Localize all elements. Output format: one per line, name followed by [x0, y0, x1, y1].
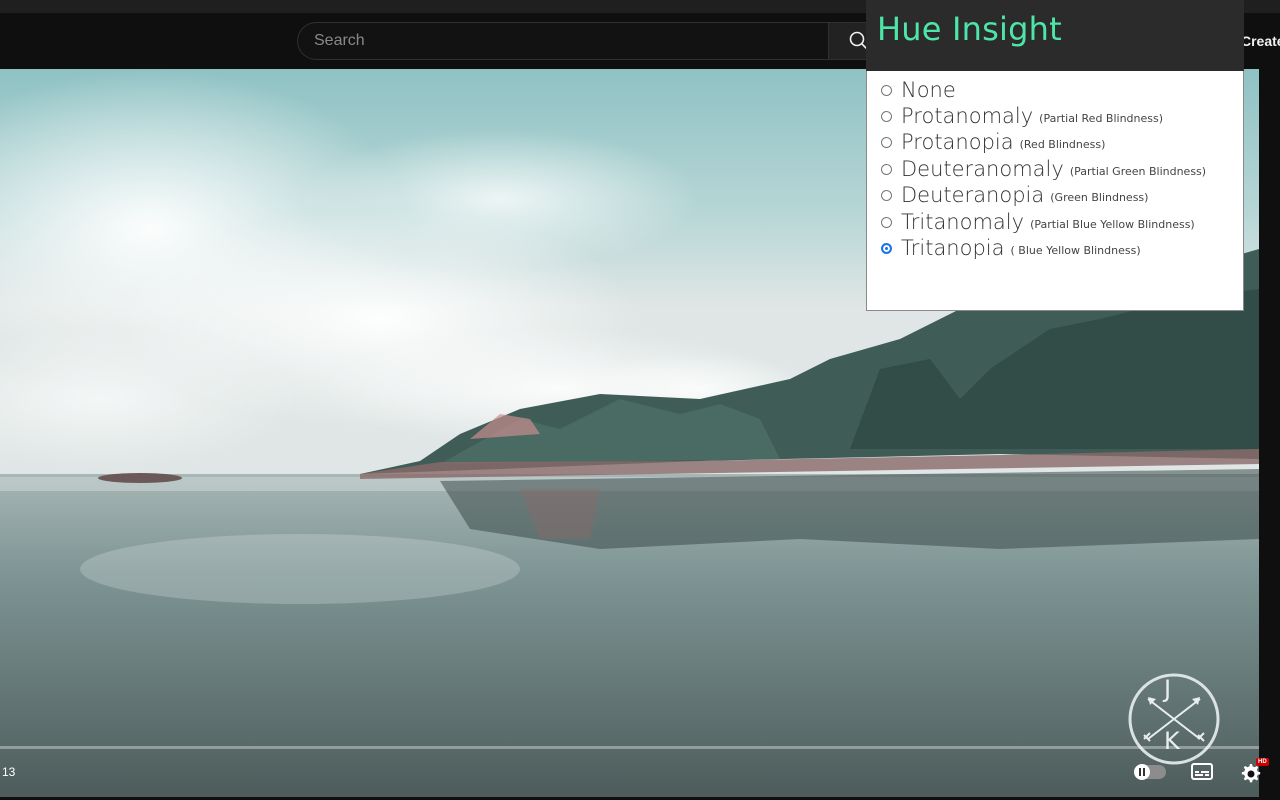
- option-description: (Partial Green Blindness): [1069, 164, 1207, 178]
- player-edge: [1259, 69, 1280, 797]
- option-description: (Partial Blue Yellow Blindness): [1030, 217, 1195, 231]
- option-description: (Green Blindness): [1050, 190, 1149, 204]
- pause-icon: [1134, 764, 1150, 780]
- radio-button[interactable]: [881, 110, 892, 122]
- radio-button[interactable]: [881, 216, 892, 228]
- time-display: 13: [2, 765, 16, 779]
- extension-title: Hue Insight: [877, 10, 1062, 48]
- option-label: Protanomaly: [901, 104, 1034, 128]
- radio-button-selected[interactable]: [881, 242, 892, 254]
- option-tritanopia[interactable]: Tritanopia ( Blue Yellow Blindness): [881, 235, 1141, 261]
- option-label: Tritanopia: [901, 236, 1005, 260]
- option-protanopia[interactable]: Protanopia (Red Blindness): [881, 129, 1105, 155]
- autoplay-toggle[interactable]: [1134, 764, 1166, 780]
- option-description: (Red Blindness): [1019, 137, 1106, 151]
- option-label: Deuteranomaly: [901, 157, 1064, 181]
- option-none[interactable]: None: [881, 77, 962, 103]
- option-deuteranomaly[interactable]: Deuteranomaly (Partial Green Blindness): [881, 156, 1206, 182]
- extension-popup: None Protanomaly (Partial Red Blindness)…: [866, 71, 1244, 311]
- option-label: Deuteranopia: [901, 183, 1045, 207]
- subtitles-button[interactable]: [1191, 763, 1213, 780]
- radio-button[interactable]: [881, 163, 892, 175]
- progress-bar[interactable]: [0, 746, 1259, 749]
- radio-button[interactable]: [881, 84, 892, 96]
- radio-button[interactable]: [881, 189, 892, 201]
- option-label: Tritanomaly: [901, 210, 1025, 234]
- watermark-letter-j: J: [1164, 675, 1172, 703]
- search-input[interactable]: [297, 22, 828, 60]
- option-description: (Partial Red Blindness): [1039, 111, 1164, 125]
- watermark-letter-k: K: [1164, 727, 1180, 755]
- option-description: ( Blue Yellow Blindness): [1010, 243, 1141, 257]
- extension-popup-header: Hue Insight: [866, 0, 1244, 71]
- option-label: Protanopia: [901, 130, 1014, 154]
- create-button[interactable]: Create: [1241, 33, 1280, 49]
- subtitles-icon: [1191, 763, 1213, 780]
- option-label: None: [901, 78, 956, 102]
- option-deuteranopia[interactable]: Deuteranopia (Green Blindness): [881, 182, 1148, 208]
- settings-button[interactable]: HD: [1238, 758, 1269, 785]
- option-tritanomaly[interactable]: Tritanomaly (Partial Blue Yellow Blindne…: [881, 209, 1195, 235]
- hd-badge: HD: [1256, 758, 1269, 766]
- radio-button[interactable]: [881, 136, 892, 148]
- option-protanomaly[interactable]: Protanomaly (Partial Red Blindness): [881, 103, 1163, 129]
